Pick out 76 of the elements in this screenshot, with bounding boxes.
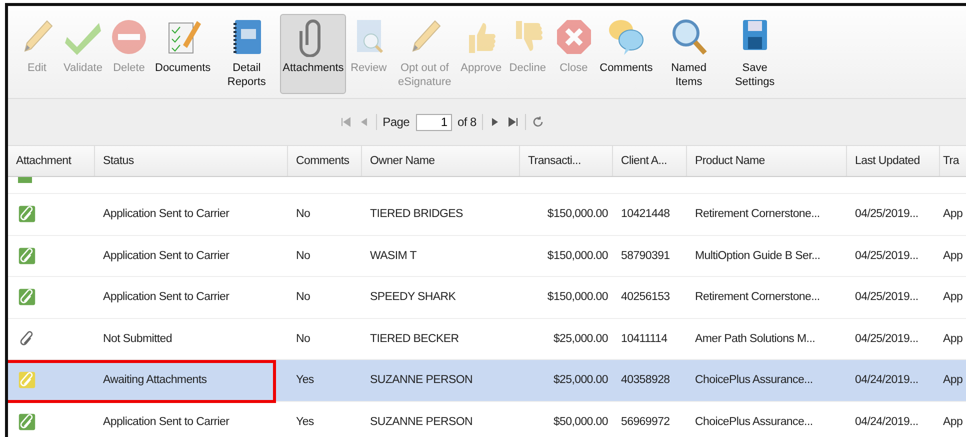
table-cell-text: Not Submitted <box>102 332 173 345</box>
speech-bubbles-icon <box>606 17 646 57</box>
column-header[interactable]: Transacti... <box>520 146 613 176</box>
table-cell-text: 04/25/2019... <box>854 332 920 345</box>
table-cell-text: No <box>295 332 312 345</box>
column-header[interactable]: Client A... <box>613 146 687 176</box>
table-cell-text: 56969972 <box>620 416 671 428</box>
table-row[interactable]: Application Sent to Carrier No SPEEDY SHARK $150,000.00 40256153 Retirement Cornerstone... 04/25/2019... App <box>8 277 966 318</box>
toolbar-button[interactable]: Detail Reports <box>214 14 280 94</box>
table-cell-text: No <box>295 208 312 220</box>
table-cell-text: $150,000.00 <box>546 250 609 262</box>
toolbar-button[interactable]: Documents <box>152 14 214 94</box>
table-cell-text: $50,000.00 <box>552 416 609 428</box>
table-cell-text: $150,000.00 <box>546 208 609 220</box>
table-cell-text: 04/24/2019... <box>854 374 920 386</box>
table-cell-text: App <box>942 332 964 345</box>
table-cell-text: SUZANNE PERSON <box>369 374 474 386</box>
table-cell-text: WASIM T <box>369 250 418 262</box>
column-header[interactable]: Tra <box>940 146 966 176</box>
column-header[interactable]: Owner Name <box>362 146 520 176</box>
table-row[interactable]: Application Sent to Carrier No WASIM T $150,000.00 58790391 MultiOption Guide B Ser... 04/25/2019... App <box>8 236 966 277</box>
column-header[interactable]: Product Name <box>687 146 847 176</box>
table-cell-text: TIERED BRIDGES <box>369 208 464 220</box>
table-row[interactable]: Application Sent to Carrier Yes SUZANNE PERSON $50,000.00 56969972 ChoicePlus Assurance... 04/24/2019... App <box>8 402 966 437</box>
table-cell-text: Application Sent to Carrier <box>102 416 230 428</box>
column-header[interactable]: Attachment <box>8 146 95 176</box>
table-cell-text: SUZANNE PERSON <box>369 416 474 428</box>
table-cell-text: App <box>942 416 964 428</box>
table-cell-text: ChoicePlus Assurance... <box>694 416 814 428</box>
table-cell-text: App <box>942 374 964 386</box>
table-row[interactable]: Application Sent to Carrier No TIERED BRIDGES $150,000.00 10421448 Retirement Cornerstone... 04/25/2019... App <box>8 194 966 236</box>
table-cell-text: $25,000.00 <box>552 332 609 345</box>
table-cell-text: SPEEDY SHARK <box>369 291 457 304</box>
page-count: of 8 <box>458 115 476 129</box>
table-cell-text: 40358928 <box>620 374 671 386</box>
table-cell-text: No <box>295 291 312 304</box>
table-cell-text: 04/25/2019... <box>854 208 920 220</box>
table-cell-text: App <box>942 208 964 220</box>
table-cell-text: No <box>295 250 312 262</box>
table-cell-text: Retirement Cornerstone... <box>694 208 821 220</box>
toolbar-button[interactable]: Save Settings <box>722 14 788 94</box>
table-cell-text: MultiOption Guide B Ser... <box>694 250 822 262</box>
toolbar-button[interactable]: Attachments <box>280 14 346 94</box>
table-cell-text: Amer Path Solutions M... <box>694 332 816 345</box>
table-cell-text: $25,000.00 <box>552 374 609 386</box>
table-cell-text: 40256153 <box>620 291 671 304</box>
table-cell-text: 04/25/2019... <box>854 250 920 262</box>
table-cell-text: Awaiting Attachments <box>102 374 208 386</box>
table-cell-text: Application Sent to Carrier <box>102 291 230 304</box>
column-header[interactable]: Comments <box>288 146 362 176</box>
table-cell-text: App <box>942 250 964 262</box>
table-cell-text: 04/24/2019... <box>854 416 920 428</box>
toolbar-button[interactable]: Comments <box>596 14 656 94</box>
table-row[interactable]: Awaiting Attachments Yes SUZANNE PERSON $25,000.00 40358928 ChoicePlus Assurance... 04/24/2019... App <box>8 360 966 402</box>
table-cell-text: Yes <box>295 374 315 386</box>
page-number-field[interactable]: 1 <box>416 114 452 130</box>
column-header[interactable]: Last Updated <box>847 146 940 176</box>
table-cell-text: 10411114 <box>620 332 668 345</box>
table-cell-text: ChoicePlus Assurance... <box>694 374 814 386</box>
refresh-icon[interactable] <box>532 116 544 128</box>
table-cell-text: 10421448 <box>620 208 671 220</box>
column-header[interactable]: Status <box>95 146 288 176</box>
table-cell-text: 58790391 <box>620 250 671 262</box>
first-page-icon[interactable] <box>340 116 352 128</box>
table-cell-text: TIERED BECKER <box>369 332 460 345</box>
table-cell-text: Yes <box>295 416 315 428</box>
page-label: Page <box>382 115 410 129</box>
toolbar-button[interactable]: Named Items <box>656 14 722 94</box>
table-cell-text: $150,000.00 <box>546 291 609 304</box>
table-cell-text: Application Sent to Carrier <box>102 208 230 220</box>
table-cell-text: Application Sent to Carrier <box>102 250 230 262</box>
minus-circle-icon <box>109 17 149 57</box>
table-cell-text: Retirement Cornerstone... <box>694 291 821 304</box>
last-page-icon[interactable] <box>507 116 520 128</box>
table-cell-text: App <box>942 291 964 304</box>
table-cell-text: 04/25/2019... <box>854 291 920 304</box>
